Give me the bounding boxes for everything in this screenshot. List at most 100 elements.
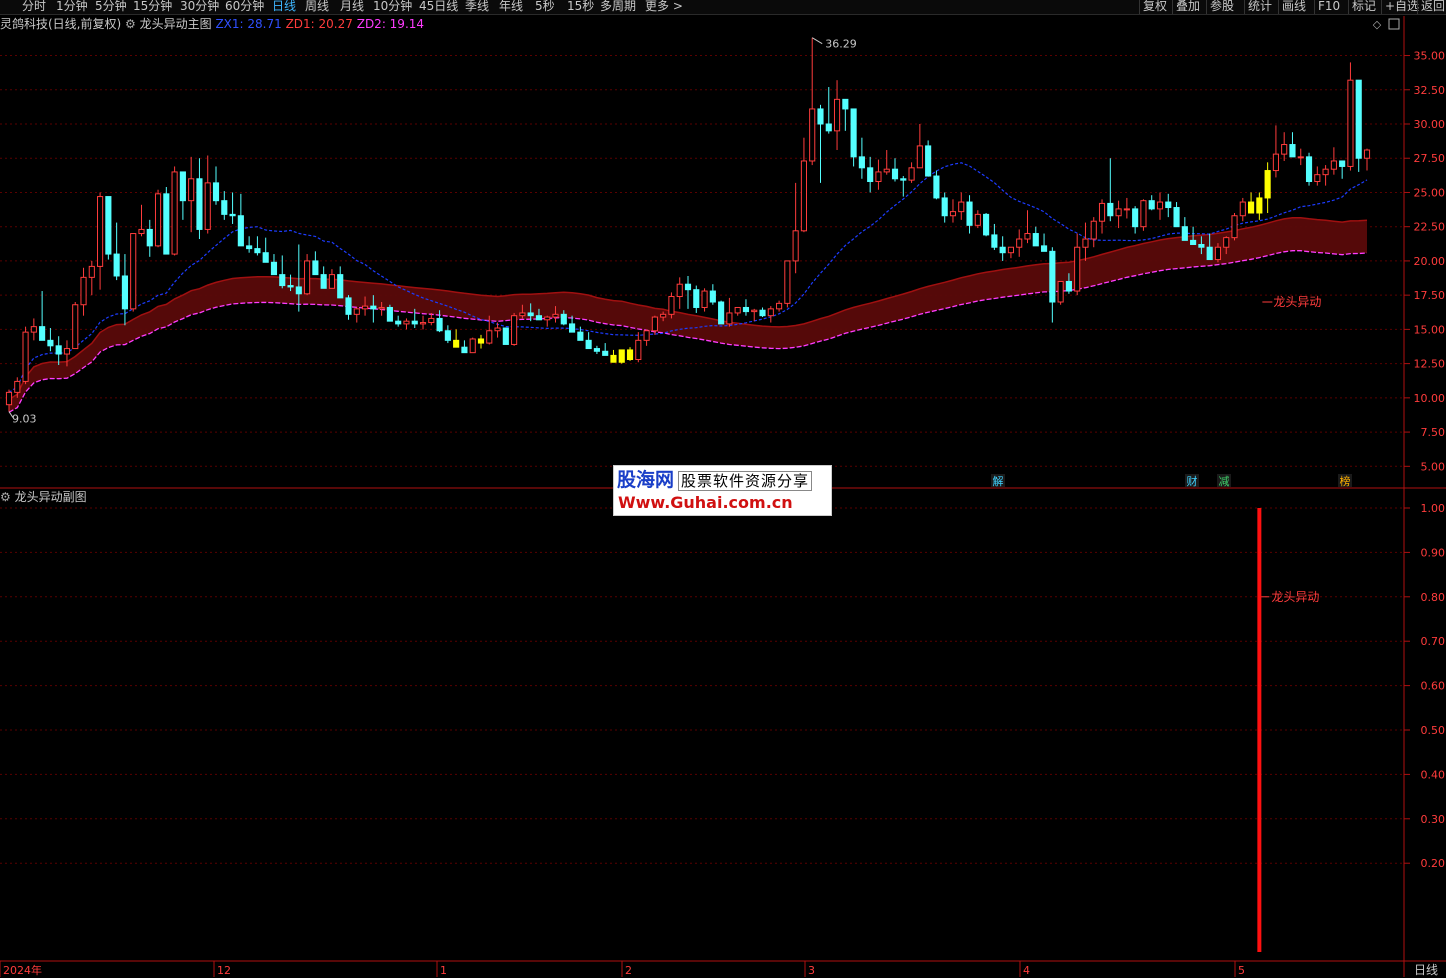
date-label: 2024年 [3,963,42,977]
candle [146,219,153,257]
candle [726,297,733,327]
candle [47,328,54,352]
candle [188,156,195,233]
candle-body [39,326,46,341]
main-indicator-name[interactable]: 龙头异动主图 [140,17,212,31]
candle [262,237,269,263]
candle-body [47,339,54,347]
candle [1140,199,1147,231]
candle-body [30,326,37,333]
candle-body [1190,239,1197,245]
candle-body [792,230,799,262]
candle-body [626,349,634,361]
candle-body [113,253,120,277]
main-y-tick-label: 30.00 [1414,118,1446,131]
zd1-value: ZD1: 20.27 [285,17,353,31]
candle [1181,217,1188,241]
candle-body [693,289,700,308]
candle [88,260,95,296]
candle-body [1132,208,1139,228]
candle [1305,152,1313,186]
candle [1156,192,1164,220]
candle [999,236,1006,261]
low-marker-label: 9.03 [12,413,37,426]
candle [39,291,46,341]
main-y-tick-label: 22.50 [1414,221,1446,234]
candle-body [279,274,286,287]
candle-body [991,234,998,248]
candle-body [436,317,443,332]
candle [1123,197,1130,219]
candle [1314,166,1321,186]
candle-body [1065,280,1072,292]
candle-body [287,285,294,288]
event-badge: 财 [1187,474,1198,488]
candle-body [453,339,460,348]
candle-body [643,330,650,341]
sub-indicator-name[interactable]: 龙头异动副图 [15,490,87,504]
sub-y-tick-label: 1.00 [1421,502,1446,515]
candle [933,170,940,200]
date-label: 2 [625,964,632,977]
candle-body [1248,201,1255,214]
candle [477,334,485,349]
candle [312,251,319,276]
candle [825,87,832,134]
candle-body [552,313,559,318]
candle-body [304,260,311,295]
candle [1132,206,1139,234]
candle-body [1305,156,1313,183]
candle [983,213,990,237]
candle [891,158,899,182]
candle [1007,246,1015,259]
candle-body [610,354,617,363]
date-label: 5 [1238,964,1245,977]
candle [386,304,393,322]
candle [676,277,683,309]
candle-body [486,330,493,344]
candle-body [1289,144,1296,158]
candle-body [130,233,137,310]
candle [138,204,145,237]
candle-body [80,276,87,306]
main-y-tick-label: 12.50 [1414,358,1446,371]
candle-body [660,313,667,318]
candle-body [701,290,708,308]
candle-body [229,213,236,217]
candle-body [941,197,948,217]
candle [1148,195,1155,211]
candle [121,254,128,326]
candle [610,349,617,363]
candle [254,236,261,256]
candle [337,266,344,299]
candle-body [1107,202,1114,217]
settings-icon[interactable]: ⚙ [125,17,136,31]
candle-body [1223,237,1230,248]
candle [949,199,957,223]
settings-icon[interactable]: ⚙ [0,490,11,504]
candle [345,295,352,320]
candle-body [602,350,609,356]
candle-body [684,283,692,291]
candle-body [337,274,344,299]
candle [212,166,220,205]
candle-body [1123,208,1130,211]
candle [693,285,700,313]
main-y-tick-label: 10.00 [1414,392,1446,405]
candle-body [867,167,874,183]
candle [742,299,750,316]
candle [154,189,162,248]
candle [809,37,816,166]
period-indicator[interactable]: 日线 [1414,961,1438,978]
stock-name[interactable]: 灵鸽科技(日线,前复权) [0,17,121,31]
candle [751,308,758,322]
candle-body [386,306,393,322]
sub-y-tick-label: 0.40 [1421,768,1446,781]
candle-body [370,305,377,310]
candle-body [734,306,741,314]
candle [353,307,360,323]
candle-body [1256,197,1263,214]
candle-body [204,182,211,230]
candle-body [999,246,1006,254]
candle-body [1007,246,1015,254]
